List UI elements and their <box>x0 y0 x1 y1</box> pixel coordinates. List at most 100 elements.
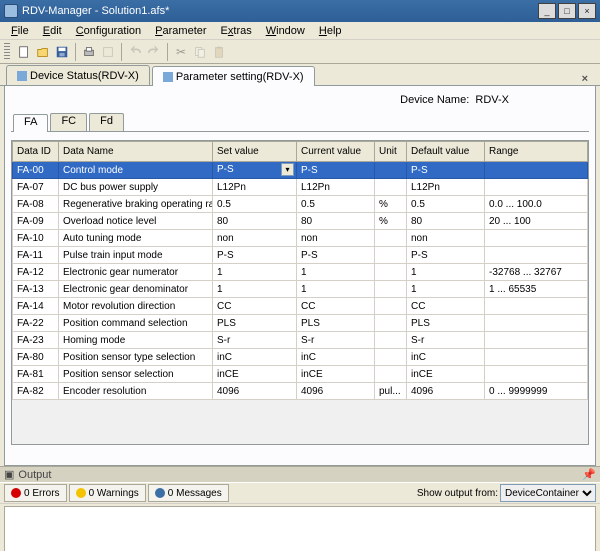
cell-id: FA-08 <box>13 196 59 213</box>
table-row[interactable]: FA-80Position sensor type selectioninCin… <box>13 349 588 366</box>
cell-set[interactable]: CC <box>213 298 297 315</box>
parameter-grid[interactable]: Data ID Data Name Set value Current valu… <box>12 141 588 400</box>
toolbar: ✂ <box>0 40 600 64</box>
cell-range <box>485 366 588 383</box>
table-row[interactable]: FA-00Control modeP-S▾P-SP-S <box>13 162 588 179</box>
subtab-fc[interactable]: FC <box>50 113 87 131</box>
cell-range <box>485 247 588 264</box>
output-source-select[interactable]: DeviceContainer <box>500 484 596 502</box>
messages-count: 0 Messages <box>168 488 222 499</box>
cell-set[interactable]: inCE <box>213 366 297 383</box>
cell-range: 20 ... 100 <box>485 213 588 230</box>
cell-cur: P-S <box>297 162 375 179</box>
cell-set[interactable]: L12Pn <box>213 179 297 196</box>
table-row[interactable]: FA-11Pulse train input modeP-SP-SP-S <box>13 247 588 264</box>
menu-help[interactable]: Help <box>312 25 349 37</box>
cell-cur: 4096 <box>297 383 375 400</box>
messages-filter[interactable]: 0 Messages <box>148 484 229 502</box>
paste-button[interactable] <box>210 43 228 61</box>
output-text[interactable] <box>4 506 596 551</box>
info-icon <box>155 488 165 498</box>
show-output-label: Show output from: <box>417 488 498 499</box>
menu-edit[interactable]: Edit <box>36 25 69 37</box>
col-set-value[interactable]: Set value <box>213 142 297 162</box>
table-row[interactable]: FA-22Position command selectionPLSPLSPLS <box>13 315 588 332</box>
col-data-name[interactable]: Data Name <box>59 142 213 162</box>
col-data-id[interactable]: Data ID <box>13 142 59 162</box>
cell-name: Auto tuning mode <box>59 230 213 247</box>
menubar: FFileile Edit Configuration Parameter Ex… <box>0 22 600 40</box>
cell-set[interactable]: P-S▾ <box>213 162 297 179</box>
table-row[interactable]: FA-09Overload notice level8080%8020 ... … <box>13 213 588 230</box>
table-row[interactable]: FA-12Electronic gear numerator111-32768 … <box>13 264 588 281</box>
errors-count: 0 Errors <box>24 488 60 499</box>
subtab-fd[interactable]: Fd <box>89 113 124 131</box>
cell-name: Pulse train input mode <box>59 247 213 264</box>
table-row[interactable]: FA-81Position sensor selectioninCEinCEin… <box>13 366 588 383</box>
cell-range: 0 ... 9999999 <box>485 383 588 400</box>
tab-parameter-setting[interactable]: Parameter setting(RDV-X) <box>152 66 315 86</box>
minimize-button[interactable]: _ <box>538 3 556 19</box>
cell-cur: 0.5 <box>297 196 375 213</box>
col-default-value[interactable]: Default value <box>407 142 485 162</box>
undo-button[interactable] <box>126 43 144 61</box>
tab-device-status-label: Device Status(RDV-X) <box>30 70 139 82</box>
subtab-fa[interactable]: FA <box>13 114 48 132</box>
col-current-value[interactable]: Current value <box>297 142 375 162</box>
table-row[interactable]: FA-13Electronic gear denominator1111 ...… <box>13 281 588 298</box>
menu-window[interactable]: Window <box>259 25 312 37</box>
cell-set[interactable]: P-S <box>213 247 297 264</box>
output-titlebar[interactable]: ▣Output 📌 <box>0 466 600 482</box>
cell-range <box>485 162 588 179</box>
copy-button[interactable] <box>191 43 209 61</box>
cell-set[interactable]: 80 <box>213 213 297 230</box>
open-button[interactable] <box>34 43 52 61</box>
window-buttons: _ □ × <box>538 3 596 19</box>
output-pin-icon[interactable]: 📌 <box>582 468 596 481</box>
cell-set[interactable]: 1 <box>213 281 297 298</box>
import-button[interactable] <box>99 43 117 61</box>
menu-parameter[interactable]: Parameter <box>148 25 213 37</box>
cut-button[interactable]: ✂ <box>172 43 190 61</box>
cell-set[interactable]: 4096 <box>213 383 297 400</box>
cell-name: Overload notice level <box>59 213 213 230</box>
cell-unit <box>375 179 407 196</box>
cell-set[interactable]: 1 <box>213 264 297 281</box>
redo-button[interactable] <box>145 43 163 61</box>
print-button[interactable] <box>80 43 98 61</box>
cell-unit <box>375 247 407 264</box>
cell-unit <box>375 281 407 298</box>
cell-cur: 1 <box>297 264 375 281</box>
table-row[interactable]: FA-23Homing modeS-rS-rS-r <box>13 332 588 349</box>
new-button[interactable] <box>15 43 33 61</box>
cell-cur: PLS <box>297 315 375 332</box>
tab-close-button[interactable]: × <box>576 73 594 85</box>
col-unit[interactable]: Unit <box>375 142 407 162</box>
dropdown-button[interactable]: ▾ <box>281 163 294 176</box>
col-range[interactable]: Range <box>485 142 588 162</box>
cell-def: inCE <box>407 366 485 383</box>
toolbar-grip[interactable] <box>4 43 10 61</box>
cell-set[interactable]: non <box>213 230 297 247</box>
table-row[interactable]: FA-10Auto tuning modenonnonnon <box>13 230 588 247</box>
cell-set[interactable]: PLS <box>213 315 297 332</box>
menu-configuration[interactable]: Configuration <box>69 25 148 37</box>
cell-range <box>485 230 588 247</box>
menu-extras[interactable]: Extras <box>214 25 259 37</box>
cell-set[interactable]: S-r <box>213 332 297 349</box>
save-button[interactable] <box>53 43 71 61</box>
warnings-filter[interactable]: 0 Warnings <box>69 484 146 502</box>
errors-filter[interactable]: 0 Errors <box>4 484 67 502</box>
close-button[interactable]: × <box>578 3 596 19</box>
table-row[interactable]: FA-82Encoder resolution40964096pul...409… <box>13 383 588 400</box>
table-row[interactable]: FA-08Regenerative braking operating rati… <box>13 196 588 213</box>
tab-device-status[interactable]: Device Status(RDV-X) <box>6 65 150 85</box>
cell-set[interactable]: inC <box>213 349 297 366</box>
table-row[interactable]: FA-07DC bus power supplyL12PnL12PnL12Pn <box>13 179 588 196</box>
cell-set[interactable]: 0.5 <box>213 196 297 213</box>
cell-def: 1 <box>407 264 485 281</box>
maximize-button[interactable]: □ <box>558 3 576 19</box>
cell-cur: inCE <box>297 366 375 383</box>
menu-file[interactable]: FFileile <box>4 25 36 37</box>
table-row[interactable]: FA-14Motor revolution directionCCCCCC <box>13 298 588 315</box>
